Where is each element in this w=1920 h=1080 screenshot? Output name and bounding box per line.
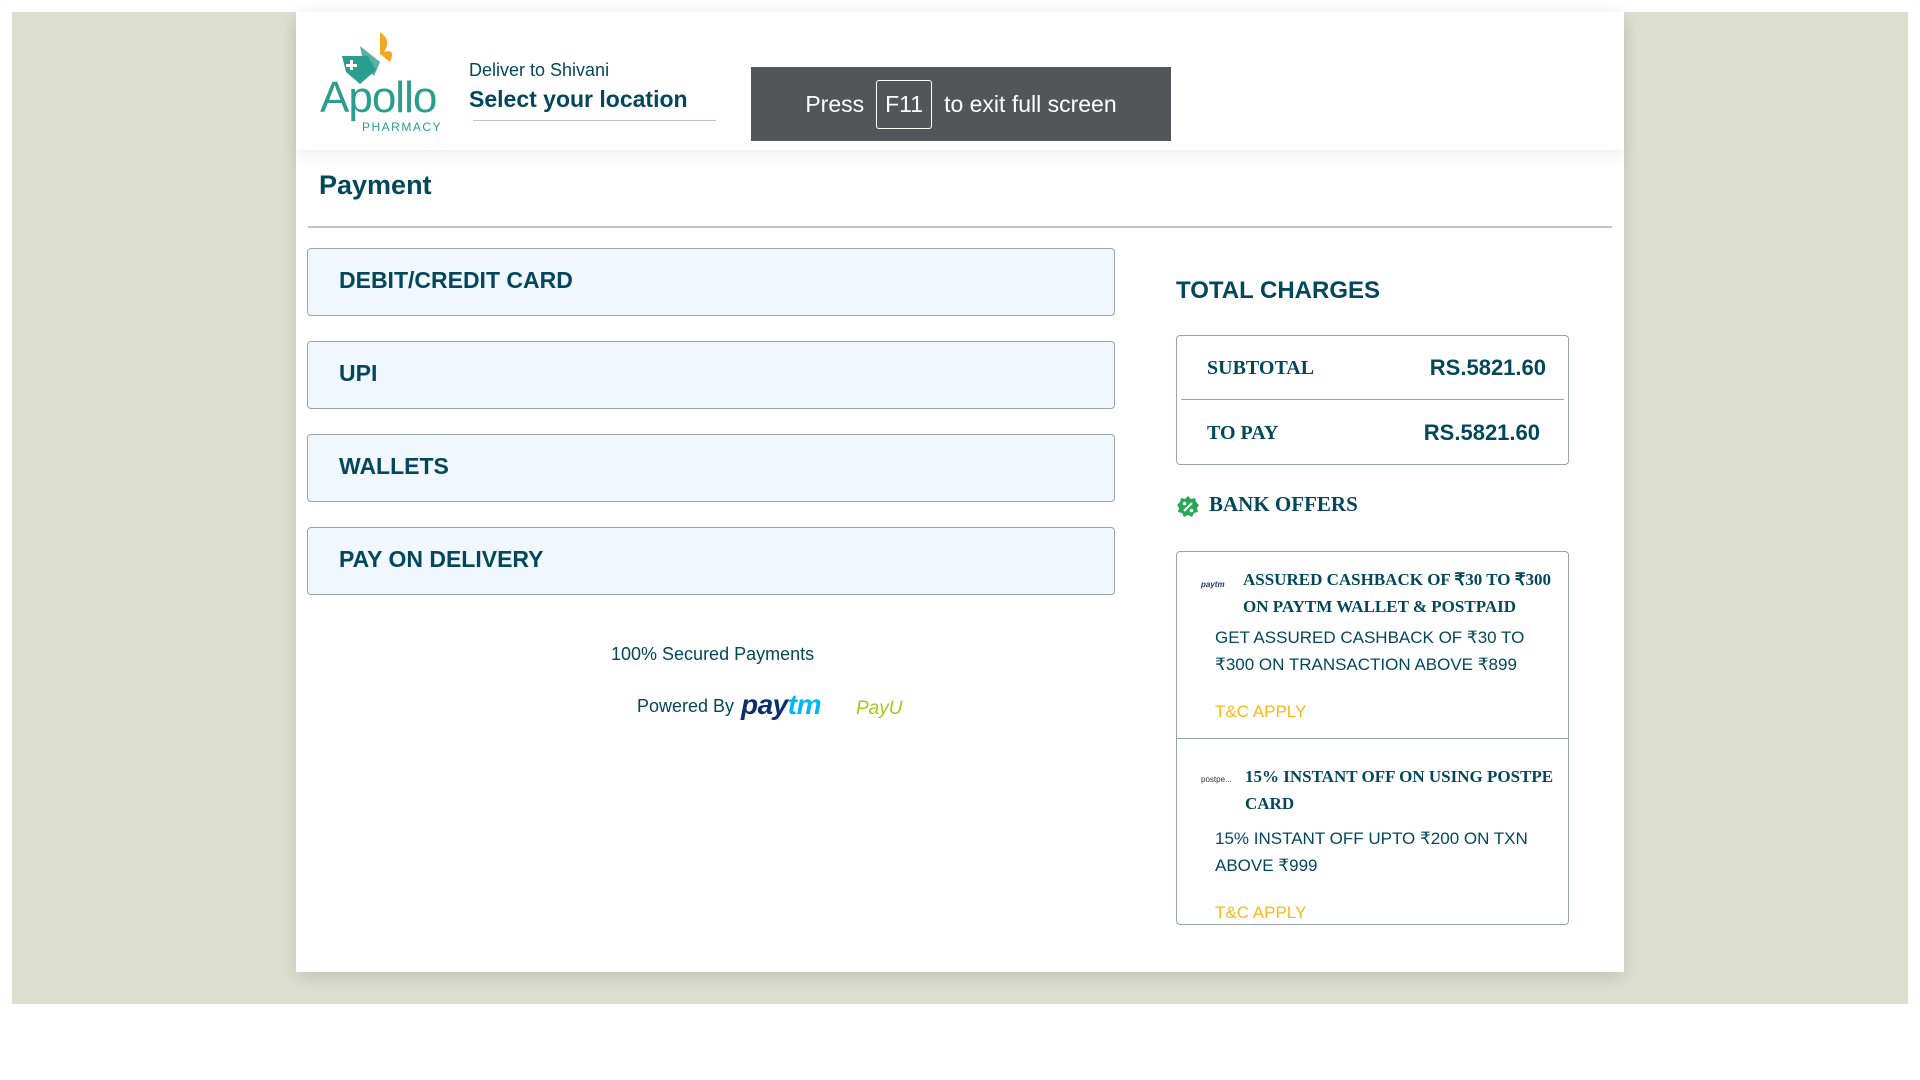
to-pay-label: TO PAY — [1207, 422, 1279, 444]
logo-subtext: PHARMACY — [362, 120, 443, 134]
location-underline — [473, 120, 716, 121]
fullscreen-toast: Press F11 to exit full screen — [751, 67, 1171, 141]
subtotal-value: RS.5821.60 — [1429, 355, 1546, 380]
to-pay-value: RS.5821.60 — [1423, 420, 1540, 445]
toast-prefix: Press — [805, 90, 865, 117]
wallets-option[interactable]: WALLETS — [307, 434, 1115, 502]
select-location-button[interactable]: Select your location — [469, 86, 688, 113]
logo-wordmark: Apollo — [320, 73, 437, 122]
paytm-logo-text: paytm — [741, 689, 821, 720]
payu-logo: PayU — [856, 698, 903, 719]
discount-badge-icon — [1177, 496, 1199, 517]
offer-title: ASSURED CASHBACK OF ₹30 TO ₹300 ON PAYTM… — [1243, 570, 1552, 616]
subtotal-label: SUBTOTAL — [1207, 357, 1315, 379]
debit-credit-card-option[interactable]: DEBIT/CREDIT CARD — [307, 248, 1115, 316]
offer-description: GET ASSURED CASHBACK OF ₹30 TO ₹300 ON T… — [1215, 628, 1525, 674]
option-label: DEBIT/CREDIT CARD — [339, 267, 573, 293]
offer-description: 15% INSTANT OFF UPTO ₹200 ON TXN ABOVE ₹… — [1215, 829, 1528, 875]
toast-suffix: to exit full screen — [944, 90, 1117, 117]
charges-summary: SUBTOTAL RS.5821.60 TO PAY RS.5821.60 — [1176, 335, 1569, 465]
bank-offers-list: paytm ASSURED CASHBACK OF ₹30 TO ₹300 ON… — [1176, 551, 1569, 925]
pay-on-delivery-option[interactable]: PAY ON DELIVERY — [307, 527, 1115, 595]
title-divider — [308, 226, 1612, 228]
page-title: Payment — [319, 170, 432, 200]
offer-title: 15% INSTANT OFF ON USING POSTPE CARD — [1245, 767, 1554, 813]
postpe-offer-icon: postpe... — [1201, 775, 1232, 784]
tc-apply-link[interactable]: T&C APPLY — [1215, 903, 1306, 923]
option-label: WALLETS — [339, 453, 449, 479]
f11-key-badge: F11 — [876, 79, 933, 129]
paytm-logo: paytm — [741, 689, 821, 721]
payment-card: Apollo PHARMACY Deliver to Shivani Selec… — [296, 12, 1624, 972]
bank-offers-title: BANK OFFERS — [1209, 492, 1358, 516]
secured-payments-text: 100% Secured Payments — [611, 644, 815, 664]
option-label: UPI — [339, 360, 378, 386]
upi-option[interactable]: UPI — [307, 341, 1115, 409]
paytm-offer-icon: paytm — [1201, 580, 1225, 589]
total-charges-title: TOTAL CHARGES — [1176, 277, 1381, 304]
option-label: PAY ON DELIVERY — [339, 546, 544, 572]
offer-divider — [1177, 738, 1568, 739]
deliver-to-label: Deliver to Shivani — [469, 60, 610, 80]
powered-by-label: Powered By — [637, 696, 735, 716]
header: Apollo PHARMACY Deliver to Shivani Selec… — [296, 12, 1624, 150]
tc-apply-link[interactable]: T&C APPLY — [1215, 702, 1306, 722]
charges-divider — [1181, 399, 1564, 400]
